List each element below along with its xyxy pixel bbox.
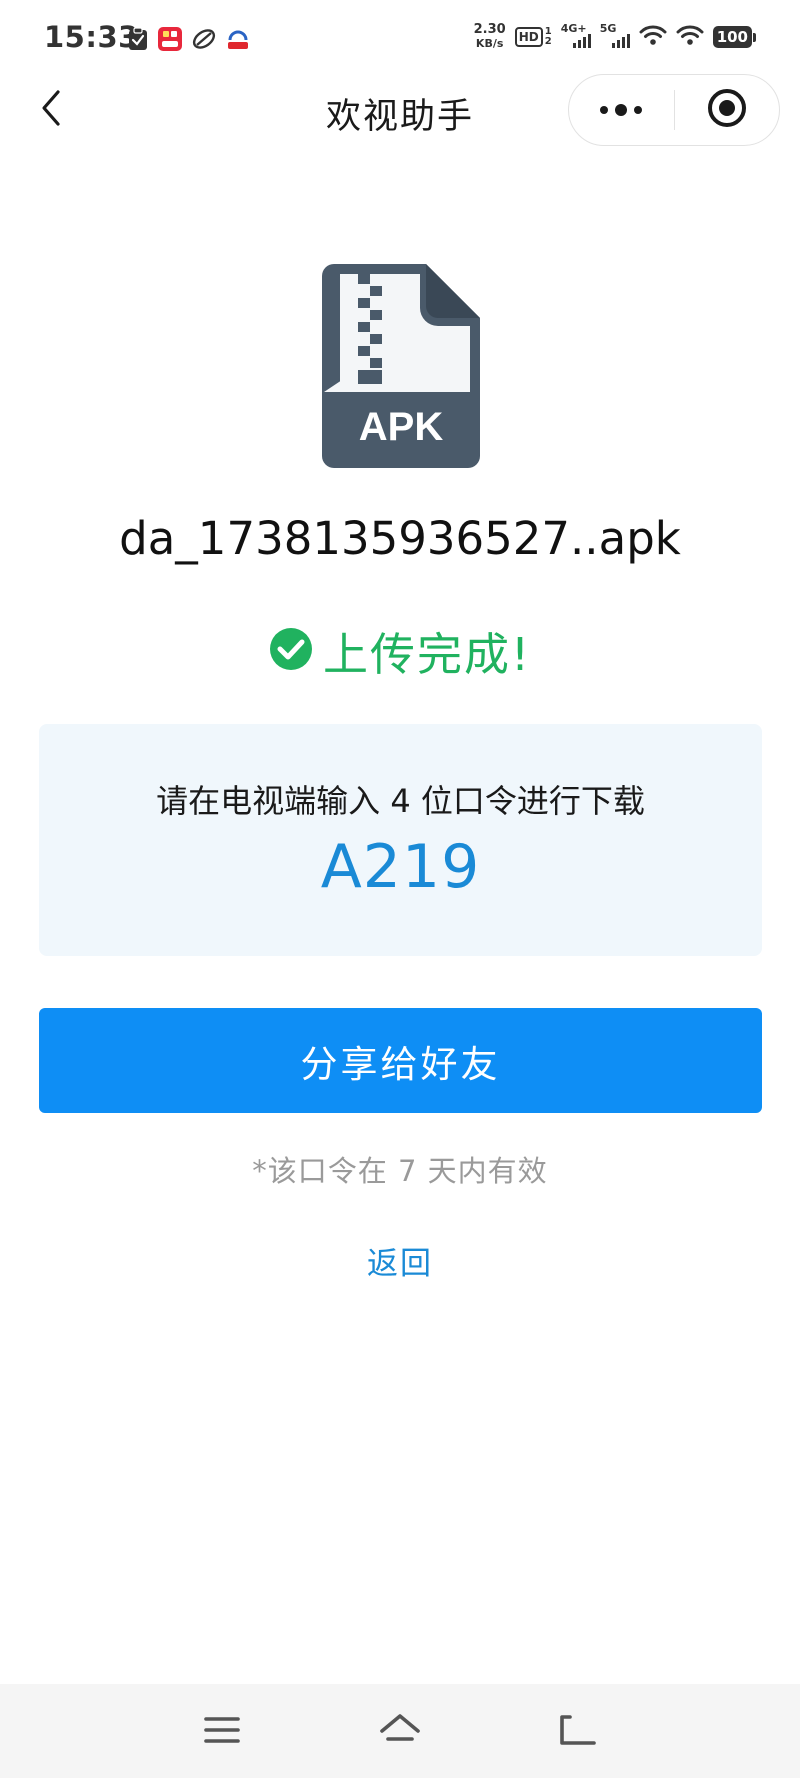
system-navigation-bar [0, 1684, 800, 1778]
file-name: da_1738135936527..apk [119, 512, 681, 565]
mini-program-capsule [568, 74, 780, 146]
wifi-icon [676, 24, 704, 50]
status-time: 15:33 [44, 20, 139, 54]
status-notification-icons [128, 27, 250, 55]
target-close-icon [706, 87, 748, 133]
share-to-friend-button[interactable]: 分享给好友 [39, 1008, 762, 1113]
download-code: A219 [320, 832, 481, 902]
hd-volte-indicator: HD 1 2 [514, 27, 552, 47]
status-system-icons: 2.30 KB/s HD 1 2 4G+ 5G 100 [474, 20, 756, 54]
network-speed-unit: KB/s [475, 37, 504, 50]
check-circle-icon [269, 627, 313, 675]
back-system-button[interactable] [554, 1708, 602, 1756]
apk-label: APK [359, 405, 444, 449]
shopping-app-icon [158, 27, 182, 55]
bank-app-icon [226, 27, 250, 55]
upload-status: 上传完成! [0, 618, 800, 683]
hd-label: HD [514, 27, 543, 47]
nav-bar: 欢视助手 [0, 72, 800, 148]
battery-icon: 100 [712, 26, 756, 48]
leaf-app-icon [192, 27, 216, 55]
battery-tip [753, 32, 756, 42]
network-speed: 2.30 KB/s [474, 23, 506, 51]
signal-5g-icon: 5G [600, 22, 630, 50]
signal-4g-icon: 4G+ [561, 22, 591, 50]
screen: 15:33 2.30 KB/s HD 1 2 4G+ 5G 100 欢视助手 A… [0, 0, 800, 1778]
check-clipboard-icon [128, 27, 148, 55]
status-bar: 15:33 2.30 KB/s HD 1 2 4G+ 5G 100 [0, 0, 800, 72]
close-button[interactable] [675, 75, 780, 145]
validity-note: *该口令在 7 天内有效 [252, 1154, 548, 1188]
more-dots-icon [600, 104, 643, 116]
menu-icon [204, 1715, 240, 1749]
code-card: 请在电视端输入 4 位口令进行下载 A219 [39, 724, 762, 956]
home-button[interactable] [376, 1708, 424, 1756]
hd-sim-numbers: 1 2 [545, 27, 552, 47]
network-speed-value: 2.30 [473, 22, 506, 37]
battery-level: 100 [712, 26, 752, 48]
upload-status-text: 上传完成! [322, 628, 532, 681]
code-instruction: 请在电视端输入 4 位口令进行下载 [156, 782, 645, 820]
home-icon [378, 1713, 422, 1751]
more-button[interactable] [569, 75, 674, 145]
hd-sim-bottom: 2 [544, 36, 552, 47]
apk-file-icon: APK [320, 262, 482, 470]
return-link[interactable]: 返回 [0, 1238, 800, 1283]
wifi-sim-icon [639, 24, 667, 50]
back-arrow-icon [558, 1713, 598, 1751]
signal-5g-bars [611, 34, 630, 48]
signal-4g-bars [572, 34, 591, 48]
menu-button[interactable] [198, 1708, 246, 1756]
